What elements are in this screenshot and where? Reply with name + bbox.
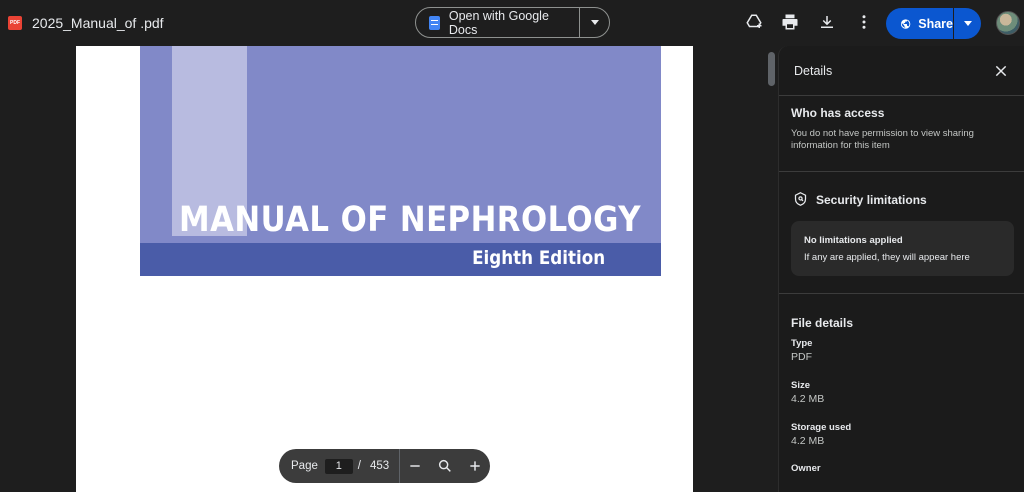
type-value: PDF [791,351,812,363]
close-icon [995,65,1007,77]
more-vert-icon [862,15,866,29]
add-to-drive-button[interactable] [744,12,764,32]
zoom-button[interactable] [430,449,460,483]
open-with-dropdown-button[interactable] [580,20,609,25]
storage-used-value: 4.2 MB [791,435,825,447]
who-has-access-heading: Who has access [791,106,885,120]
size-label: Size [791,380,811,391]
account-avatar[interactable] [996,11,1020,35]
share-dropdown-button[interactable] [954,21,981,26]
open-with-label: Open with Google Docs [448,8,549,37]
zoom-in-button[interactable] [460,449,490,483]
owner-label: Owner [791,463,821,474]
divider [779,171,1024,172]
shield-icon [794,192,807,206]
download-icon [821,16,833,28]
zoom-out-button[interactable] [400,449,430,483]
print-icon [782,14,798,30]
pdf-page: MANUAL OF NEPHROLOGY Eighth Edition [76,46,693,492]
limitations-title: No limitations applied [804,235,903,246]
minus-icon [410,465,420,467]
document-scrollbar[interactable] [768,52,775,86]
print-button[interactable] [780,12,800,32]
limitations-text: If any are applied, they will appear her… [804,252,970,263]
limitations-box: No limitations applied If any are applie… [791,221,1014,276]
page-label: Page [291,460,318,472]
caret-down-icon [590,20,599,25]
page-total: 453 [370,460,390,472]
details-header: Details [779,46,1024,96]
zoom-icon [439,459,451,472]
details-panel: Details Who has access You do not have p… [778,46,1024,492]
type-label: Type [791,338,813,349]
globe-icon [900,18,911,29]
download-button[interactable] [817,12,837,32]
who-has-access-text: You do not have permission to view shari… [791,128,974,151]
pdf-file-icon: PDF [8,16,22,30]
divider [779,293,1024,294]
storage-used-label: Storage used [791,422,852,433]
plus-icon [470,461,480,471]
share-label: Share [918,16,953,31]
file-details-heading: File details [791,316,854,330]
book-cover: MANUAL OF NEPHROLOGY Eighth Edition [140,46,661,276]
close-details-button[interactable] [993,63,1009,79]
open-with-google-docs-button[interactable]: Open with Google Docs [416,8,580,37]
page-controls: Page 1 / 453 [279,449,490,483]
share-button-group: Share [886,8,981,39]
cover-band: Eighth Edition [140,243,661,276]
more-options-button[interactable] [854,12,874,32]
open-with-button-group: Open with Google Docs [415,7,610,38]
size-value: 4.2 MB [791,393,825,405]
details-title: Details [794,64,833,78]
security-limitations-heading: Security limitations [816,193,927,207]
google-docs-icon [429,15,440,30]
caret-down-icon [963,21,972,26]
file-title: PDF 2025_Manual_of .pdf [8,12,164,34]
file-name: 2025_Manual_of .pdf [32,15,164,31]
page-separator: / [357,460,361,472]
add-to-drive-icon [746,14,762,28]
page-number-input[interactable]: 1 [324,458,353,474]
cover-title: MANUAL OF NEPHROLOGY [179,200,641,240]
top-bar: PDF 2025_Manual_of .pdf Open with Google… [0,0,1024,46]
share-button[interactable]: Share [886,8,954,39]
cover-edition: Eighth Edition [472,247,605,269]
